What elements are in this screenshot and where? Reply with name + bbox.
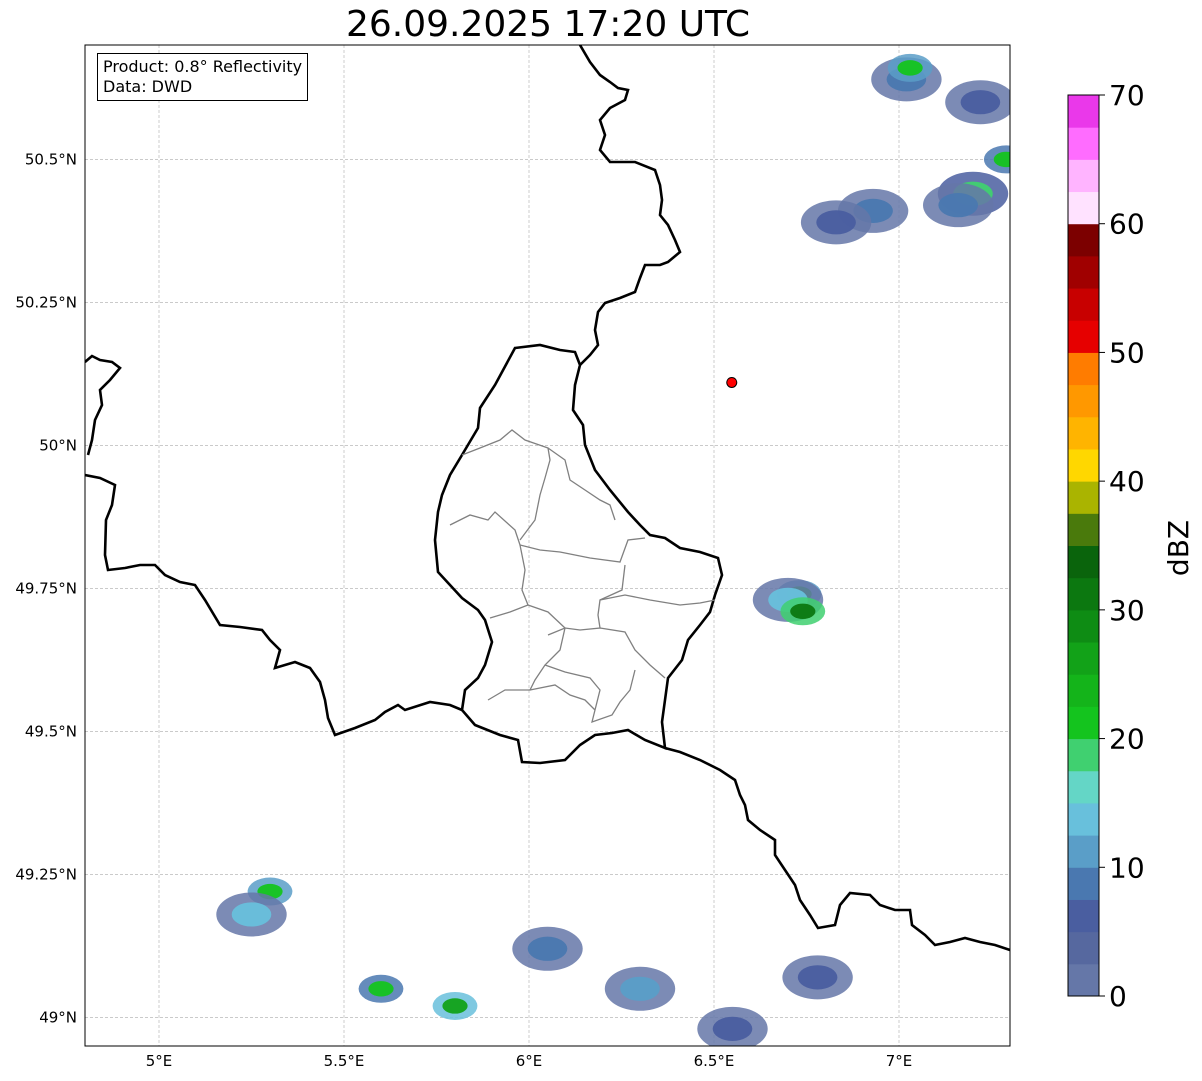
colorbar-band [1068, 384, 1099, 418]
lat-tick-label: 50.5°N [25, 150, 77, 168]
colorbar-band [1068, 159, 1099, 193]
colorbar-band [1068, 545, 1099, 579]
colorbar-band [1068, 127, 1099, 160]
precip-cell-core [790, 603, 816, 619]
precip-cell-core [938, 193, 978, 218]
colorbar [1067, 94, 1100, 997]
colorbar-band [1068, 448, 1099, 482]
precip-cell-core [897, 60, 923, 76]
colorbar-band [1068, 674, 1099, 707]
colorbar-label: dBZ [1162, 520, 1195, 576]
colorbar-tick-label: 20 [1109, 723, 1145, 756]
precip-cell-core [620, 976, 660, 1001]
colorbar-band [1068, 191, 1099, 225]
colorbar-band [1068, 481, 1099, 514]
colorbar-band [1068, 835, 1099, 868]
lat-tick-label: 49°N [39, 1008, 77, 1026]
data-source-label: Data: DWD [103, 77, 193, 96]
colorbar-tick-label: 60 [1109, 208, 1145, 241]
colorbar-band [1068, 899, 1099, 933]
product-label: Product: 0.8° Reflectivity [103, 57, 303, 76]
precip-cell-core [816, 210, 856, 235]
precip-cell-core [797, 965, 838, 990]
colorbar-band [1068, 802, 1099, 836]
lat-tick-label: 50.25°N [15, 293, 77, 311]
precip-cell-core [231, 902, 272, 927]
colorbar-band [1068, 95, 1099, 128]
product-info-box: Product: 0.8° Reflectivity Data: DWD [97, 53, 309, 101]
lat-tick-label: 50°N [39, 436, 77, 454]
colorbar-band [1068, 352, 1099, 386]
colorbar-tick-label: 30 [1109, 594, 1145, 627]
precip-cell-core [527, 936, 568, 961]
lon-tick-label: 5.5°E [324, 1052, 365, 1070]
lon-tick-label: 6.5°E [694, 1052, 735, 1070]
precip-cell-core [993, 151, 1010, 168]
precip-cell-core [712, 1016, 753, 1041]
lon-tick-label: 6°E [516, 1052, 543, 1070]
colorbar-band [1068, 577, 1099, 611]
radar-site-marker [726, 376, 738, 388]
longitude-ticks: 5°E 5.5°E 6°E 6.5°E 7°E [146, 1052, 913, 1070]
precip-cell-core [960, 90, 1001, 115]
colorbar-tick-label: 50 [1109, 336, 1145, 369]
colorbar-band [1068, 738, 1099, 772]
latitude-ticks: 49°N 49.25°N 49.5°N 49.75°N 50°N 50.25°N 50.5°… [15, 150, 77, 1026]
colorbar-band [1068, 513, 1099, 546]
colorbar-band [1068, 609, 1099, 643]
lon-tick-label: 5°E [146, 1052, 173, 1070]
colorbar-tick-label: 10 [1109, 851, 1145, 884]
colorbar-tick-label: 40 [1109, 465, 1145, 498]
colorbar-band [1068, 288, 1099, 321]
precip-cell-core [368, 981, 394, 997]
colorbar-band [1068, 770, 1099, 804]
precip-cell-core [442, 998, 468, 1014]
lat-tick-label: 49.5°N [25, 722, 77, 740]
colorbar-band [1068, 963, 1099, 997]
lat-tick-label: 49.25°N [15, 865, 77, 883]
colorbar-band [1068, 706, 1099, 740]
radar-map: 5°E 5.5°E 6°E 6.5°E 7°E 49°N 49.25°N 49.5°N 49.… [15, 44, 1195, 1070]
lat-tick-label: 49.75°N [15, 579, 77, 597]
lon-tick-label: 7°E [886, 1052, 913, 1070]
colorbar-tick-label: 70 [1109, 79, 1145, 112]
colorbar-band [1068, 867, 1099, 900]
colorbar-ticks: 0 10 20 30 40 50 60 70 [1099, 79, 1145, 1013]
colorbar-band [1068, 931, 1099, 965]
colorbar-band [1068, 255, 1099, 289]
colorbar-band [1068, 642, 1099, 675]
colorbar-band [1068, 416, 1099, 450]
colorbar-tick-label: 0 [1109, 980, 1127, 1013]
colorbar-band [1068, 320, 1099, 353]
colorbar-band [1068, 223, 1099, 257]
